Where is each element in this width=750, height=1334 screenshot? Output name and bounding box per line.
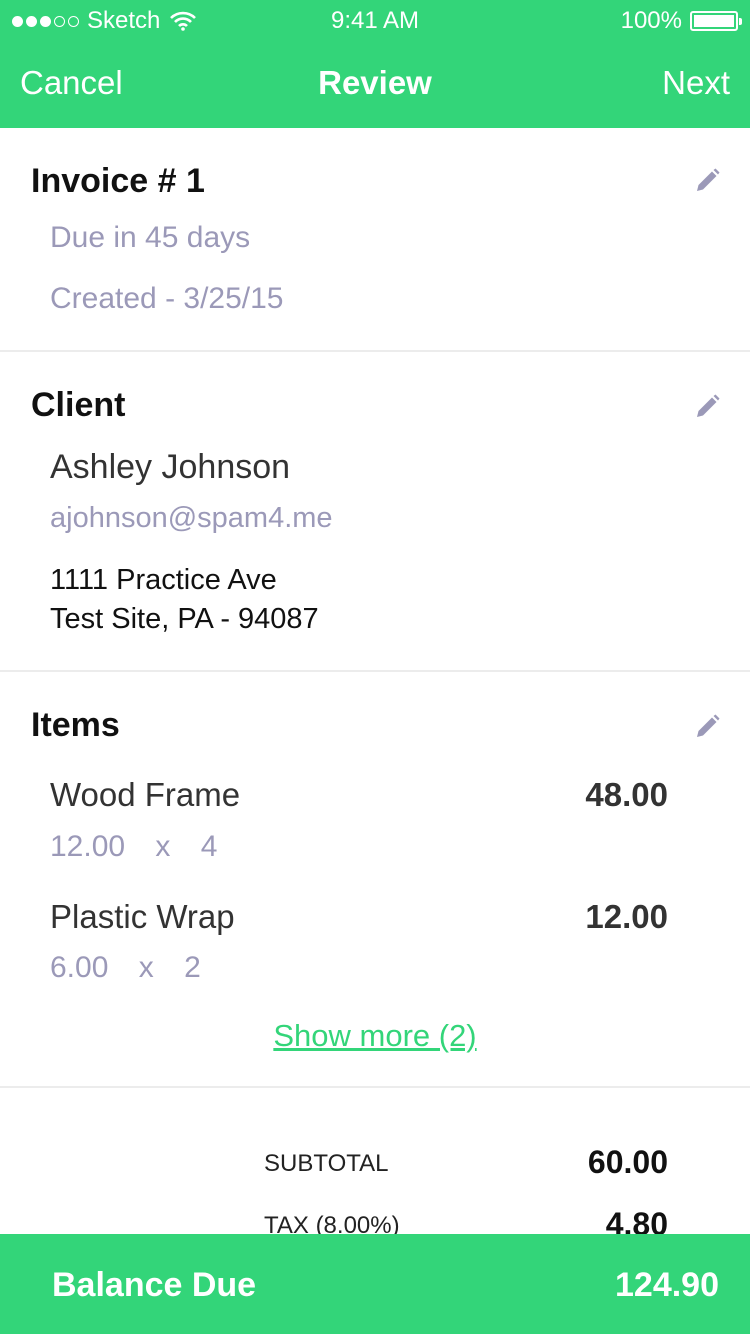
battery-percent: 100% <box>620 7 682 34</box>
balance-due-bar[interactable]: Balance Due 124.90 <box>0 1234 750 1334</box>
item-name: Plastic Wrap <box>50 898 235 935</box>
item-unit-price: 6.00 <box>50 951 109 984</box>
times-sign: x <box>155 830 171 863</box>
invoice-section: Invoice # 1 Due in 45 days Created - 3/2… <box>0 128 750 352</box>
tax-value: 4.80 <box>605 1206 668 1234</box>
items-title: Items <box>31 706 120 744</box>
totals-section: SUBTOTAL 60.00 TAX (8.00%) 4.80 <box>0 1088 750 1234</box>
status-bar: Sketch 9:41 AM 100% <box>0 0 750 40</box>
invoice-created: Created - 3/25/15 <box>50 282 284 315</box>
edit-items-pencil-icon[interactable] <box>694 714 720 740</box>
invoice-due: Due in 45 days <box>50 221 251 254</box>
navigation-bar: Cancel Review Next <box>0 62 750 108</box>
top-bar: Sketch 9:41 AM 100% Cancel Review Next <box>0 0 750 128</box>
client-email[interactable]: ajohnson@spam4.me <box>50 502 333 535</box>
status-right: 100% <box>620 7 742 35</box>
item-quantity: 2 <box>184 951 201 984</box>
client-section: Client Ashley Johnson ajohnson@spam4.me … <box>0 352 750 672</box>
subtotal-value: 60.00 <box>587 1144 668 1180</box>
page-title: Review <box>318 64 432 101</box>
client-name: Ashley Johnson <box>50 448 291 486</box>
item-name: Wood Frame <box>50 776 241 813</box>
tax-label: TAX (8.00%) <box>264 1212 400 1234</box>
client-address-line2: Test Site, PA - 94087 <box>50 603 319 635</box>
subtotal-label: SUBTOTAL <box>264 1150 389 1177</box>
item-quantity: 4 <box>200 830 218 863</box>
item-amount: 12.00 <box>585 898 668 935</box>
edit-invoice-pencil-icon[interactable] <box>694 168 720 194</box>
battery-icon <box>690 11 742 31</box>
item-unit-price: 12.00 <box>50 830 126 863</box>
edit-client-pencil-icon[interactable] <box>694 394 720 420</box>
client-address-line1: 1111 Practice Ave <box>50 564 277 596</box>
next-button[interactable]: Next <box>662 64 730 102</box>
item-qty-line: 6.00 x 2 <box>50 951 201 985</box>
times-sign: x <box>138 951 154 984</box>
item-amount: 48.00 <box>585 776 668 813</box>
invoice-title: Invoice # 1 <box>31 162 205 200</box>
client-title: Client <box>31 386 126 424</box>
balance-due-value: 124.90 <box>615 1266 719 1304</box>
item-qty-line: 12.00 x 4 <box>50 830 217 864</box>
show-more-link[interactable]: Show more (2) <box>0 1018 750 1054</box>
balance-due-label: Balance Due <box>52 1266 257 1304</box>
